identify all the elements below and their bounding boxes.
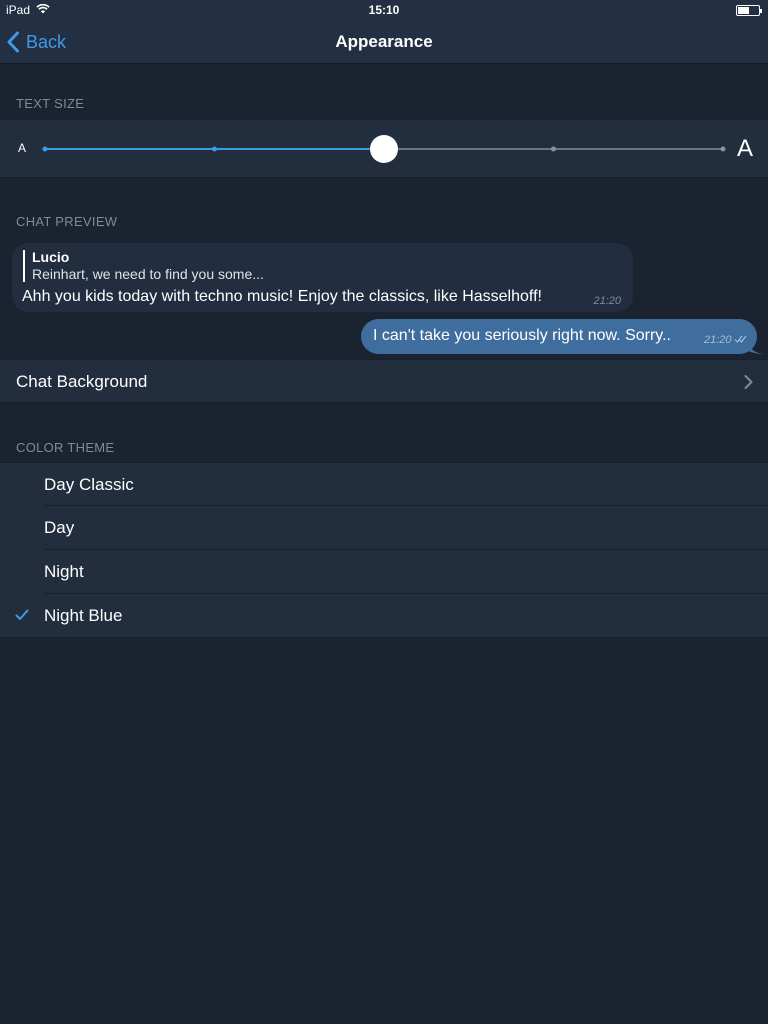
chat-background-cell[interactable]: Chat Background: [0, 359, 768, 403]
checkmark-icon: [15, 609, 29, 620]
outgoing-message-bubble: I can't take you seriously right now. So…: [361, 319, 757, 354]
theme-option-day[interactable]: Day: [0, 506, 768, 550]
incoming-message-time: 21:20: [593, 295, 621, 307]
theme-option-label: Night: [44, 562, 84, 581]
outgoing-message-text: I can't take you seriously right now. So…: [373, 327, 671, 344]
slider-step-dot: [720, 146, 726, 152]
slider-step-dot: [551, 146, 556, 152]
reply-author: Lucio: [32, 249, 70, 265]
status-time: 15:10: [368, 3, 400, 17]
theme-option-label: Day Classic: [44, 475, 134, 494]
double-check-icon: [734, 335, 747, 343]
cell-separator: [0, 637, 768, 638]
incoming-message-bubble: Lucio Reinhart, we need to find you some…: [12, 243, 633, 312]
theme-option-night[interactable]: Night: [0, 550, 768, 594]
chevron-right-icon: [744, 375, 753, 389]
navigation-bar: Back Appearance: [0, 20, 768, 64]
slider-step-dot: [212, 146, 217, 152]
reply-snippet: Reinhart, we need to find you some...: [32, 266, 264, 282]
battery-icon: [736, 5, 762, 16]
incoming-message-text: Ahh you kids today with techno music! En…: [22, 288, 542, 305]
theme-option-label: Day: [44, 518, 75, 537]
text-size-slider-row: A A: [0, 119, 768, 178]
text-size-header: TEXT SIZE: [16, 96, 85, 111]
page-title: Appearance: [335, 32, 433, 51]
slider-thumb[interactable]: [370, 135, 398, 163]
slider-step-dot: [42, 146, 48, 152]
chat-background-label: Chat Background: [16, 372, 148, 391]
theme-option-day-classic[interactable]: Day Classic: [0, 462, 768, 506]
reply-quote-bar: [23, 250, 25, 282]
large-text-glyph: A: [737, 135, 754, 162]
theme-option-label: Night Blue: [44, 606, 123, 625]
color-theme-header: COLOR THEME: [16, 440, 115, 455]
text-size-slider[interactable]: [0, 120, 768, 179]
chat-preview-header: CHAT PREVIEW: [16, 214, 118, 229]
status-bar: iPad 15:10: [0, 0, 768, 20]
outgoing-message-time: 21:20: [704, 334, 732, 346]
theme-option-night-blue[interactable]: Night Blue: [0, 594, 768, 638]
